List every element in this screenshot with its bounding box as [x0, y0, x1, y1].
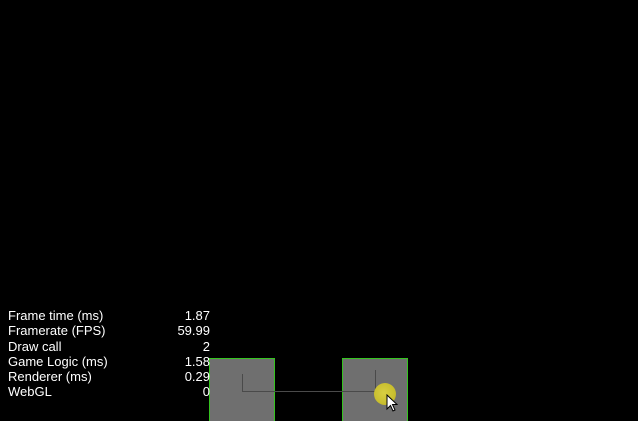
guide-line-bottom-left [242, 391, 275, 392]
stat-row-game-logic: Game Logic (ms) 1.58 [8, 354, 210, 369]
stat-label: WebGL [8, 384, 52, 400]
stat-row-frame-time: Frame time (ms) 1.87 [8, 308, 210, 323]
guide-line-left [242, 374, 243, 391]
stat-row-draw-call: Draw call 2 [8, 339, 210, 354]
stat-label: Draw call [8, 338, 62, 354]
performance-stats-panel: Frame time (ms) 1.87 Framerate (FPS) 59.… [8, 308, 210, 400]
stat-row-renderer: Renderer (ms) 0.29 [8, 369, 210, 384]
stat-value: 1.87 [184, 308, 210, 323]
mouse-pointer-icon [386, 394, 398, 412]
stat-value: 0.29 [184, 369, 210, 385]
stat-row-webgl: WebGL 0 [8, 384, 210, 399]
stat-value: 2 [202, 338, 210, 354]
stat-value: 1.58 [184, 353, 210, 369]
guide-line-bridge [275, 391, 342, 392]
stat-value: 59.99 [177, 323, 210, 339]
stat-value: 0 [202, 384, 210, 400]
stat-label: Game Logic (ms) [8, 353, 108, 369]
stat-label: Frame time (ms) [8, 308, 104, 323]
guide-line-bottom-right [342, 391, 375, 392]
stat-label: Renderer (ms) [8, 369, 92, 385]
stat-row-framerate: Framerate (FPS) 59.99 [8, 323, 210, 338]
stat-label: Framerate (FPS) [8, 323, 106, 339]
game-canvas[interactable]: Frame time (ms) 1.87 Framerate (FPS) 59.… [0, 0, 638, 421]
